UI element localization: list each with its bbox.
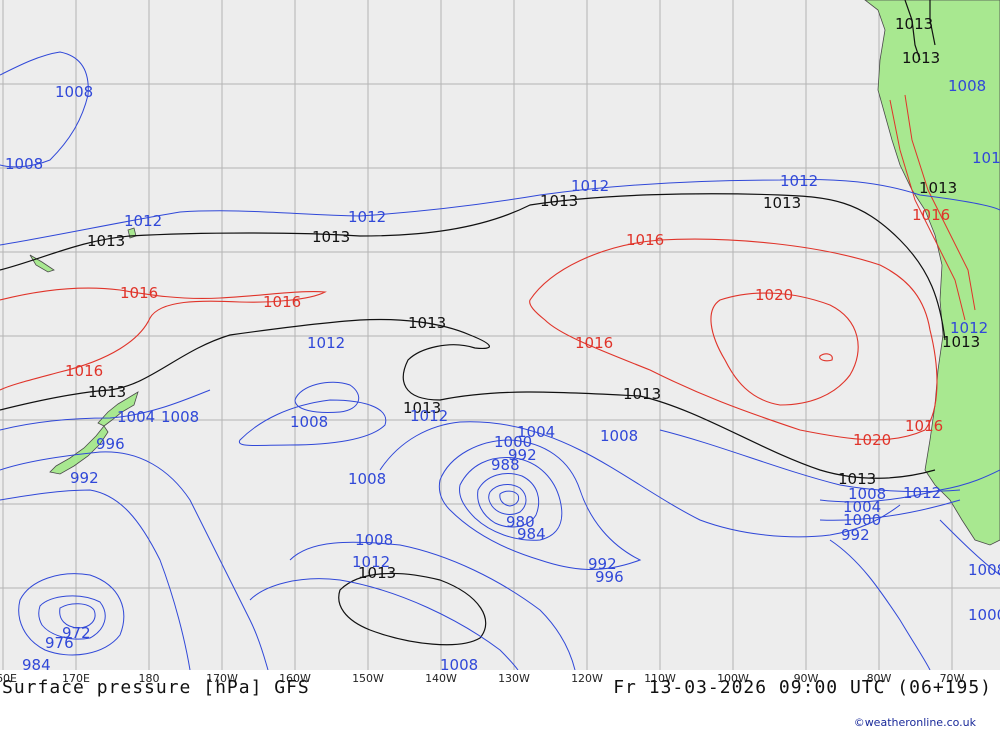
isobar-label: 1008 <box>290 413 328 431</box>
isobar-label: 1008 <box>55 83 93 101</box>
isobar-label: 1008 <box>161 408 199 426</box>
isobar-label: 1016 <box>263 293 301 311</box>
isobar-labels: 1013 1013 1013 1013 1013 1013 1013 1013 … <box>5 15 1000 674</box>
isobar-label: 1012 <box>352 553 390 571</box>
graticule <box>0 0 1000 670</box>
isobars-1013 <box>0 0 946 646</box>
isobar-label: 976 <box>45 634 74 652</box>
isobar-label: 1008 <box>5 155 43 173</box>
isobar-label: 1013 <box>88 383 126 401</box>
isobars-blue <box>0 51 1000 671</box>
credit-link[interactable]: ©weatheronline.co.uk <box>854 716 976 729</box>
longitude-label: 140W <box>425 672 457 685</box>
isobar-label: 1012 <box>903 484 941 502</box>
isobar-label: 988 <box>491 456 520 474</box>
isobar-label: 992 <box>841 526 870 544</box>
isobar-label: 1008 <box>600 427 638 445</box>
isobar-label: 1016 <box>65 362 103 380</box>
longitude-label: 130W <box>498 672 530 685</box>
valid-datetime: Fr 13-03-2026 09:00 UTC (06+195) <box>613 677 992 698</box>
isobar-label: 996 <box>96 435 125 453</box>
isobar-label: 1013 <box>763 194 801 212</box>
isobar-label: 1012 <box>124 212 162 230</box>
isobar-label: 1016 <box>120 284 158 302</box>
isobar-label: 1012 <box>972 149 1000 167</box>
map-canvas: 1013 1013 1013 1013 1013 1013 1013 1013 … <box>0 0 1000 674</box>
isobar-label: 984 <box>22 656 51 670</box>
isobar-label: 1020 <box>755 286 793 304</box>
isobar-label: 1013 <box>408 314 446 332</box>
footer-bar: 160E 170E 180 170W 160W 150W 140W 130W 1… <box>0 670 1000 733</box>
isobar-label: 984 <box>517 525 546 543</box>
isobar-label: 1016 <box>912 206 950 224</box>
isobar-label: 1013 <box>312 228 350 246</box>
isobar-label: 1008 <box>348 470 386 488</box>
isobar-label: 1008 <box>440 656 478 670</box>
isobar-label: 996 <box>595 568 624 586</box>
isobar-label: 1008 <box>968 561 1000 579</box>
isobar-label: 1012 <box>571 177 609 195</box>
isobar-label: 1012 <box>307 334 345 352</box>
isobar-label: 1013 <box>895 15 933 33</box>
isobar-label: 1016 <box>575 334 613 352</box>
isobar-label: 1013 <box>87 232 125 250</box>
isobar-label: 992 <box>70 469 99 487</box>
longitude-label: 120W <box>571 672 603 685</box>
isobar-label: 1012 <box>348 208 386 226</box>
isobar-label: 1013 <box>919 179 957 197</box>
pressure-map: 1013 1013 1013 1013 1013 1013 1013 1013 … <box>0 0 1000 674</box>
isobar-label: 1012 <box>950 319 988 337</box>
isobar-label: 1000 <box>968 606 1000 624</box>
isobar-label: 1012 <box>780 172 818 190</box>
isobar-label: 1013 <box>623 385 661 403</box>
isobar-label: 1020 <box>853 431 891 449</box>
isobar-label: 1004 <box>117 408 155 426</box>
isobar-label: 1013 <box>902 49 940 67</box>
isobar-label: 1008 <box>355 531 393 549</box>
isobar-label: 1016 <box>905 417 943 435</box>
isobar-label: 1012 <box>410 407 448 425</box>
isobar-label: 1016 <box>626 231 664 249</box>
isobar-label: 1008 <box>948 77 986 95</box>
map-title: Surface pressure [hPa] GFS <box>2 677 310 698</box>
longitude-label: 150W <box>352 672 384 685</box>
